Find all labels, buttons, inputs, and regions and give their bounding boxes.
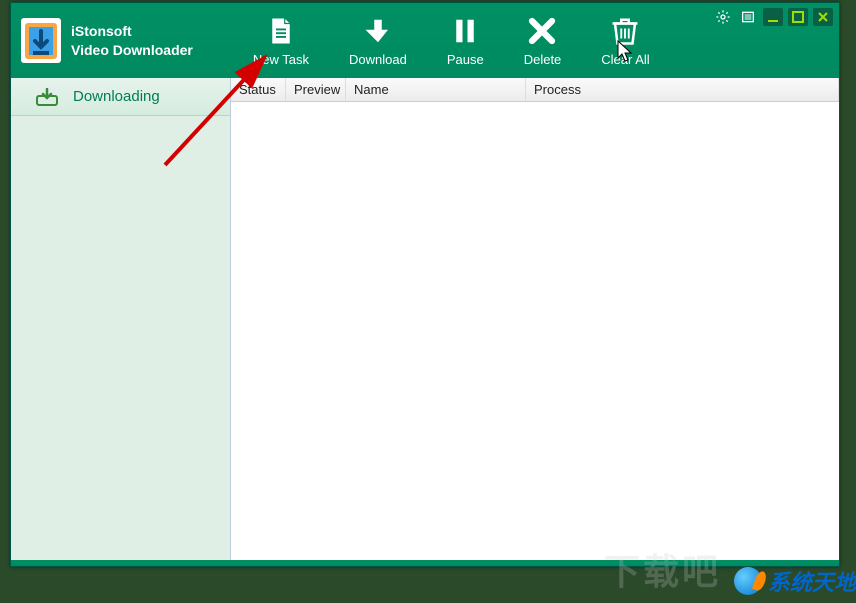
delete-x-icon: [527, 14, 557, 48]
delete-label: Delete: [524, 52, 562, 67]
list-icon: [740, 9, 756, 25]
sidebar-empty-area: [11, 116, 230, 566]
logo-block: iStonsoft Video Downloader: [11, 3, 193, 78]
app-title-line1: iStonsoft: [71, 22, 193, 40]
column-process[interactable]: Process: [526, 78, 839, 101]
toolbar: New Task Download Pause Delete: [248, 3, 655, 78]
column-headers: Status Preview Name Process: [231, 78, 839, 102]
close-icon: [815, 9, 831, 25]
download-arrow-icon: [363, 14, 393, 48]
app-logo-icon: [21, 18, 61, 63]
watermark: 系统天地: [734, 565, 856, 597]
app-window: iStonsoft Video Downloader New Task Down…: [10, 2, 840, 567]
clear-all-label: Clear All: [601, 52, 649, 67]
column-name[interactable]: Name: [346, 78, 526, 101]
settings-button[interactable]: [713, 8, 733, 26]
window-controls: [713, 8, 833, 26]
new-task-label: New Task: [253, 52, 309, 67]
close-button[interactable]: [813, 8, 833, 26]
sidebar-item-label: Downloading: [73, 88, 160, 105]
watermark-text: 系统天地: [768, 565, 856, 597]
body: Downloading Status Preview Name Process: [11, 78, 839, 566]
clear-all-button[interactable]: Clear All: [596, 9, 654, 72]
download-button[interactable]: Download: [344, 9, 412, 72]
app-title-line2: Video Downloader: [71, 41, 193, 59]
sidebar: Downloading: [11, 78, 231, 566]
gear-icon: [715, 9, 731, 25]
app-title: iStonsoft Video Downloader: [71, 22, 193, 58]
pause-label: Pause: [447, 52, 484, 67]
sidebar-item-downloading[interactable]: Downloading: [11, 78, 230, 116]
background-watermark: 下载吧: [604, 543, 721, 595]
content-area: Status Preview Name Process: [231, 78, 839, 566]
minimize-icon: [765, 9, 781, 25]
watermark-globe-icon: [734, 567, 762, 595]
column-preview[interactable]: Preview: [286, 78, 346, 101]
trash-icon: [610, 14, 640, 48]
download-list: [231, 102, 839, 566]
delete-button[interactable]: Delete: [519, 9, 567, 72]
column-status[interactable]: Status: [231, 78, 286, 101]
tray-download-icon: [36, 88, 58, 106]
download-label: Download: [349, 52, 407, 67]
header: iStonsoft Video Downloader New Task Down…: [11, 3, 839, 78]
maximize-button[interactable]: [788, 8, 808, 26]
maximize-icon: [790, 9, 806, 25]
new-task-button[interactable]: New Task: [248, 9, 314, 72]
minimize-button[interactable]: [763, 8, 783, 26]
pause-icon: [450, 14, 480, 48]
list-button[interactable]: [738, 8, 758, 26]
pause-button[interactable]: Pause: [442, 9, 489, 72]
document-icon: [266, 14, 296, 48]
